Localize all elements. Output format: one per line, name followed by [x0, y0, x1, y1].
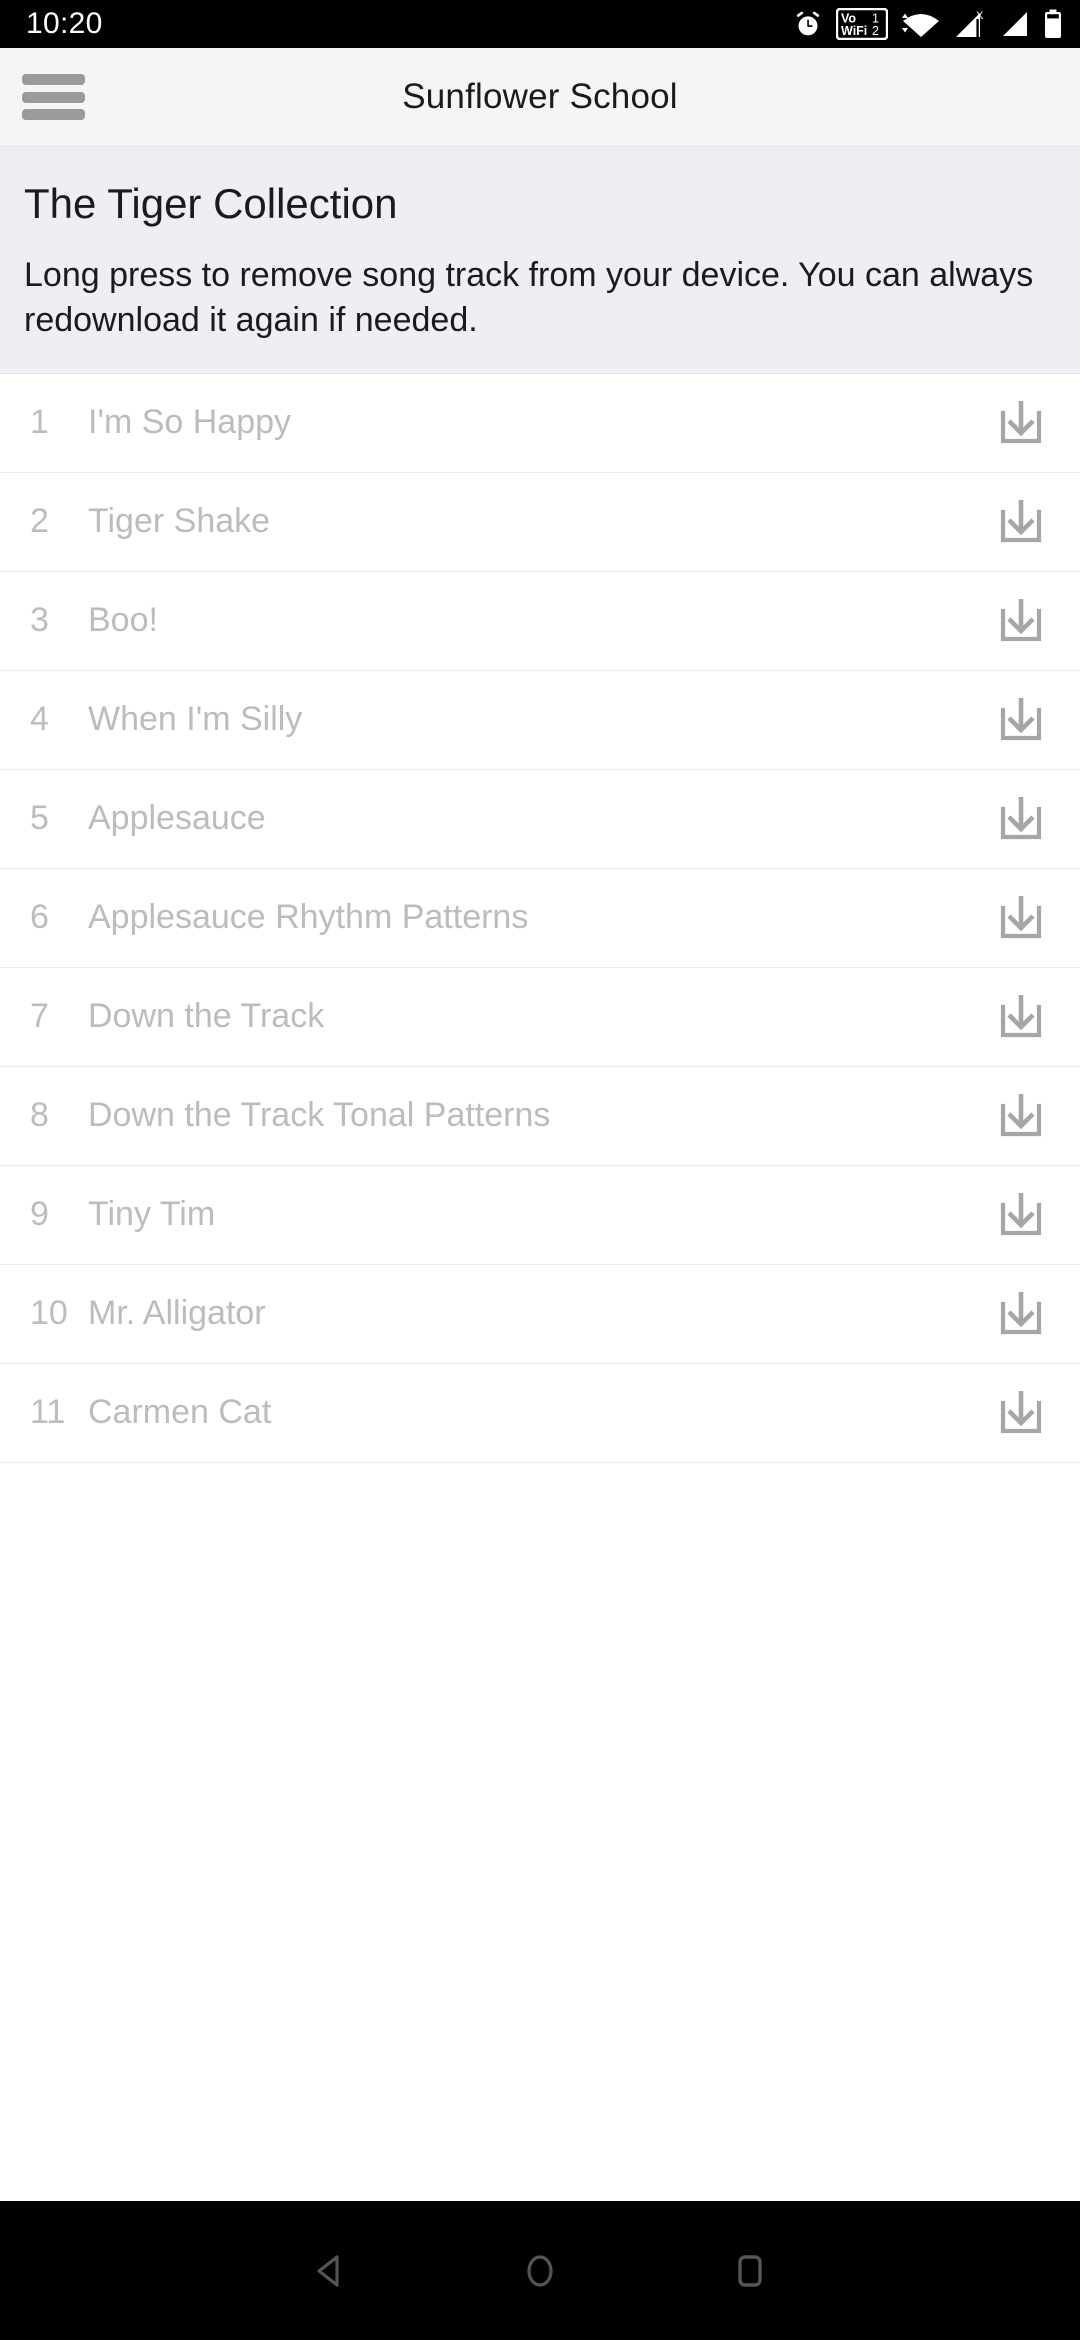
home-button[interactable]	[505, 2236, 575, 2306]
track-number: 3	[30, 601, 49, 640]
track-title: Tiger Shake	[88, 502, 271, 541]
svg-text:X: X	[976, 10, 984, 22]
hamburger-bar-3	[22, 109, 85, 120]
table-row[interactable]: 5 Applesauce	[0, 769, 1080, 869]
svg-text:2: 2	[872, 24, 879, 38]
page-title: Sunflower School	[402, 77, 678, 116]
download-icon[interactable]	[990, 1283, 1052, 1345]
track-number: 9	[30, 1195, 49, 1234]
collection-description: Long press to remove song track from you…	[24, 256, 1034, 340]
track-number: 2	[30, 502, 49, 541]
download-icon[interactable]	[990, 887, 1052, 949]
track-title: Carmen Cat	[88, 1393, 272, 1432]
track-number: 5	[30, 799, 49, 838]
wifi-icon	[901, 9, 941, 39]
download-icon[interactable]	[990, 491, 1052, 553]
collection-title: The Tiger Collection	[24, 180, 398, 227]
download-icon[interactable]	[990, 1184, 1052, 1246]
track-title: When I'm Silly	[88, 700, 303, 739]
phone-screen: 10:20 Vo WiFi 1 2 X Sunflower School The…	[0, 0, 1080, 2340]
track-title: Boo!	[88, 601, 158, 640]
table-row[interactable]: 8 Down the Track Tonal Patterns	[0, 1066, 1080, 1166]
download-icon[interactable]	[990, 689, 1052, 751]
table-row[interactable]: 6 Applesauce Rhythm Patterns	[0, 868, 1080, 968]
status-bar: 10:20 Vo WiFi 1 2 X	[0, 0, 1080, 48]
collection-header: The Tiger Collection Long press to remov…	[0, 147, 1080, 374]
track-title: I'm So Happy	[88, 403, 292, 442]
track-title: Mr. Alligator	[88, 1294, 266, 1333]
app-bar: Sunflower School	[0, 48, 1080, 147]
svg-text:WiFi: WiFi	[841, 24, 867, 38]
download-icon[interactable]	[990, 392, 1052, 454]
download-icon[interactable]	[990, 590, 1052, 652]
track-list[interactable]: 1 I'm So Happy 2 Tiger Shake 3 Boo! 4 When I'm …	[0, 373, 1080, 2201]
table-row[interactable]: 11 Carmen Cat	[0, 1363, 1080, 1463]
hamburger-menu-icon[interactable]	[22, 74, 85, 120]
alarm-icon	[793, 9, 823, 39]
status-clock: 10:20	[26, 7, 103, 40]
status-icon-tray: Vo WiFi 1 2 X	[793, 8, 1062, 40]
track-number: 1	[30, 403, 49, 442]
table-row[interactable]: 10 Mr. Alligator	[0, 1264, 1080, 1364]
table-row[interactable]: 3 Boo!	[0, 571, 1080, 671]
table-row[interactable]: 2 Tiger Shake	[0, 472, 1080, 572]
download-icon[interactable]	[990, 788, 1052, 850]
download-icon[interactable]	[990, 1382, 1052, 1444]
hamburger-bar-1	[22, 74, 85, 85]
table-row[interactable]: 7 Down the Track	[0, 967, 1080, 1067]
track-number: 10	[30, 1294, 68, 1333]
track-number: 11	[30, 1393, 66, 1432]
track-number: 6	[30, 898, 49, 937]
track-title: Applesauce	[88, 799, 266, 838]
track-number: 8	[30, 1096, 49, 1135]
track-title: Applesauce Rhythm Patterns	[88, 898, 529, 937]
table-row[interactable]: 9 Tiny Tim	[0, 1165, 1080, 1265]
hamburger-bar-2	[22, 91, 85, 103]
track-title: Tiny Tim	[88, 1195, 216, 1234]
track-number: 7	[30, 997, 49, 1036]
table-row[interactable]: 1 I'm So Happy	[0, 373, 1080, 473]
download-icon[interactable]	[990, 1085, 1052, 1147]
track-title: Down the Track	[88, 997, 325, 1036]
battery-icon	[1044, 9, 1062, 39]
back-button[interactable]	[295, 2236, 365, 2306]
recent-apps-button[interactable]	[715, 2236, 785, 2306]
download-icon[interactable]	[990, 986, 1052, 1048]
vowifi-icon: Vo WiFi 1 2	[836, 8, 888, 40]
track-number: 4	[30, 700, 49, 739]
signal-no-service-icon: X	[954, 8, 988, 40]
table-row[interactable]: 4 When I'm Silly	[0, 670, 1080, 770]
signal-icon	[1001, 9, 1031, 39]
android-nav-bar	[0, 2201, 1080, 2340]
track-title: Down the Track Tonal Patterns	[88, 1096, 551, 1135]
